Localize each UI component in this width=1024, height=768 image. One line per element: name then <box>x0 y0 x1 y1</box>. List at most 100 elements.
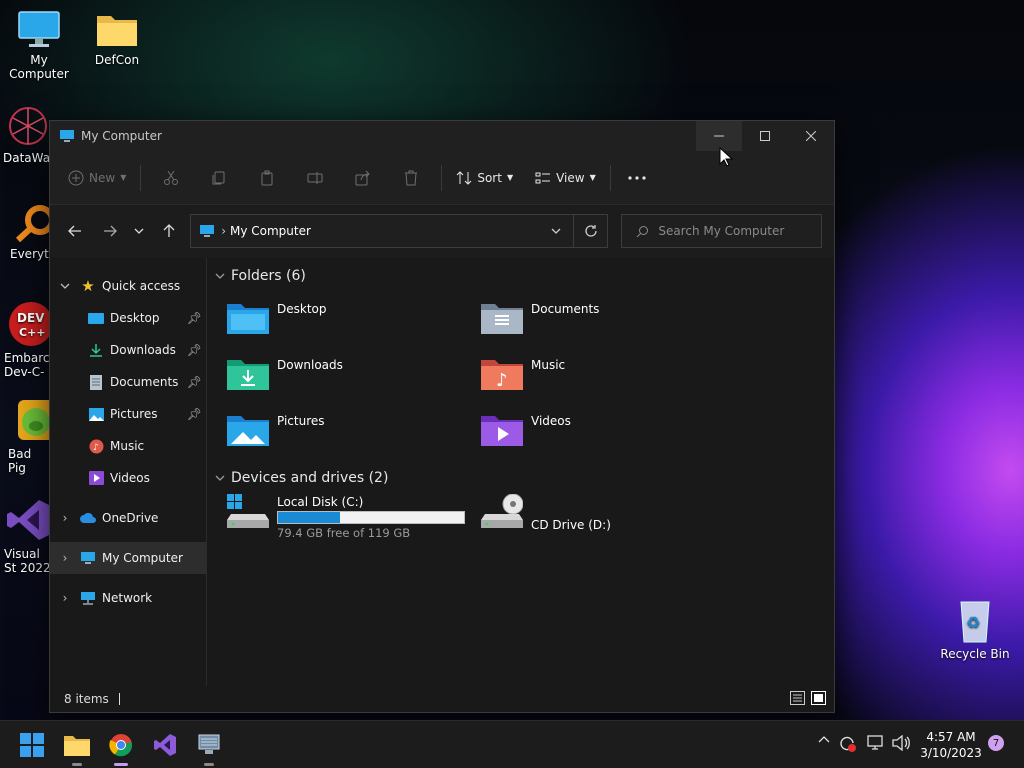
taskbar-remote-app[interactable] <box>193 729 225 766</box>
sidebar-item-label: Quick access <box>102 279 181 293</box>
section-title: Folders (6) <box>231 268 306 284</box>
desktop-icon-recycle-bin[interactable]: ♻ Recycle Bin <box>936 596 1014 661</box>
taskbar-file-explorer[interactable] <box>61 729 93 766</box>
cut-button[interactable] <box>147 161 195 195</box>
cd-drive-icon <box>481 494 523 528</box>
sidebar-item-network[interactable]: › Network <box>50 582 206 614</box>
start-button[interactable] <box>16 729 48 761</box>
more-options-button[interactable] <box>617 161 657 195</box>
show-hidden-icons-button[interactable] <box>816 735 832 743</box>
ellipsis-icon <box>628 175 646 180</box>
desktop-icon-visual-studio[interactable]: Visual St 2022 <box>0 496 52 575</box>
sidebar-item-videos[interactable]: Videos <box>50 462 206 494</box>
pin-icon: 📌︎ <box>186 311 202 325</box>
folder-tile-desktop[interactable]: Desktop <box>215 292 469 348</box>
chevron-right-icon[interactable]: › <box>50 511 80 525</box>
new-button[interactable]: New ▼ <box>60 161 134 195</box>
folder-tile-documents[interactable]: Documents <box>469 292 723 348</box>
file-explorer-window: My Computer New ▼ Sort ▼ View ▼ › My Com… <box>49 120 835 713</box>
sidebar-item-quick-access[interactable]: ★ Quick access <box>50 270 206 302</box>
view-button[interactable]: View ▼ <box>527 161 604 195</box>
sidebar-item-pictures[interactable]: Pictures 📌︎ <box>50 398 206 430</box>
desktop-icon-label: DefCon <box>94 53 140 67</box>
breadcrumb[interactable]: My Computer <box>230 224 311 238</box>
address-bar[interactable]: › My Computer <box>190 214 609 248</box>
back-button[interactable] <box>60 216 90 246</box>
sidebar-item-desktop[interactable]: Desktop 📌︎ <box>50 302 206 334</box>
section-title: Devices and drives (2) <box>231 470 389 486</box>
desktop-icon-everything[interactable]: Everyth <box>0 202 56 261</box>
folder-tile-pictures[interactable]: Pictures <box>215 404 469 460</box>
close-icon <box>806 131 816 141</box>
drive-tile-local-disk[interactable]: Local Disk (C:) 79.4 GB free of 119 GB <box>215 490 469 546</box>
sidebar-item-downloads[interactable]: Downloads 📌︎ <box>50 334 206 366</box>
refresh-button[interactable] <box>573 215 607 247</box>
sidebar-item-onedrive[interactable]: › OneDrive <box>50 502 206 534</box>
clock-button[interactable]: 4:57 AM 3/10/2023 <box>916 729 986 761</box>
search-box[interactable] <box>621 214 823 248</box>
title-bar[interactable]: My Computer <box>50 121 834 151</box>
desktop-icon-my-computer[interactable]: My Computer <box>0 10 78 81</box>
paste-button[interactable] <box>243 161 291 195</box>
forward-button[interactable] <box>95 216 125 246</box>
devices-section-header[interactable]: Devices and drives (2) <box>215 466 834 490</box>
folder-tile-music[interactable]: ♪ Music <box>469 348 723 404</box>
desktop-icon-label: Bad Pig <box>8 447 32 475</box>
volume-button[interactable] <box>891 735 911 751</box>
desktop-icon-datawag[interactable]: DataWag <box>0 104 58 165</box>
drive-free-space: 79.4 GB free of 119 GB <box>277 526 411 540</box>
svg-text:DEV: DEV <box>17 311 45 325</box>
maximize-button[interactable] <box>742 121 788 151</box>
address-history-button[interactable] <box>539 228 573 234</box>
disk-usage-bar <box>277 511 465 524</box>
delete-button[interactable] <box>387 161 435 195</box>
sort-button[interactable]: Sort ▼ <box>448 161 521 195</box>
explorer-body: ★ Quick access Desktop 📌︎ Downloads 📌︎ D… <box>50 258 834 686</box>
up-button[interactable] <box>154 216 184 246</box>
chevron-right-icon[interactable]: › <box>50 591 80 605</box>
pin-icon: 📌︎ <box>186 343 202 357</box>
chevron-down-icon: ▼ <box>589 173 596 182</box>
drive-tile-cd-drive[interactable]: CD Drive (D:) <box>469 490 723 546</box>
drive-label: Local Disk (C:) <box>277 495 364 509</box>
toolbar-divider <box>140 164 142 191</box>
downloads-folder-icon <box>227 360 269 390</box>
running-indicator <box>204 763 214 766</box>
sync-status-button[interactable] <box>838 735 858 753</box>
folder-label: Desktop <box>277 302 327 316</box>
sidebar-item-documents[interactable]: Documents 📌︎ <box>50 366 206 398</box>
chrome-icon <box>109 734 133 757</box>
desktop-icon-defcon[interactable]: DefCon <box>78 10 156 67</box>
taskbar-chrome[interactable] <box>105 729 137 766</box>
monitor-icon <box>60 130 74 142</box>
network-monitor-icon <box>867 735 883 750</box>
sort-icon <box>456 170 472 185</box>
monitor-icon <box>18 11 60 47</box>
desktop-icon-devcpp[interactable]: DEV C++ Embarca Dev-C- <box>0 300 57 379</box>
notification-badge[interactable]: 7 <box>988 735 1004 751</box>
recent-locations-button[interactable] <box>125 216 155 246</box>
details-view-button[interactable] <box>790 690 805 708</box>
taskbar-visual-studio[interactable] <box>149 729 181 761</box>
rename-icon <box>307 171 323 184</box>
chevron-right-icon[interactable]: › <box>50 551 80 565</box>
search-icon <box>636 225 649 237</box>
folders-section-header[interactable]: Folders (6) <box>215 264 834 288</box>
sidebar-item-my-computer[interactable]: › My Computer <box>50 542 206 574</box>
refresh-icon <box>585 225 597 237</box>
network-icon <box>80 590 96 606</box>
tiles-view-button[interactable] <box>811 690 826 708</box>
folder-tile-downloads[interactable]: Downloads <box>215 348 469 404</box>
search-input[interactable] <box>658 224 809 238</box>
share-button[interactable] <box>339 161 387 195</box>
toolbar-divider <box>609 164 611 191</box>
desktop-icon-bad-piggies[interactable]: Bad Pig <box>0 398 54 475</box>
sidebar-item-label: Desktop <box>110 311 160 325</box>
close-button[interactable] <box>788 121 834 151</box>
network-status-button[interactable] <box>866 735 886 751</box>
folder-tile-videos[interactable]: Videos <box>469 404 723 460</box>
chevron-down-icon[interactable] <box>50 283 80 289</box>
rename-button[interactable] <box>291 161 339 195</box>
sidebar-item-music[interactable]: ♪ Music <box>50 430 206 462</box>
copy-button[interactable] <box>195 161 243 195</box>
